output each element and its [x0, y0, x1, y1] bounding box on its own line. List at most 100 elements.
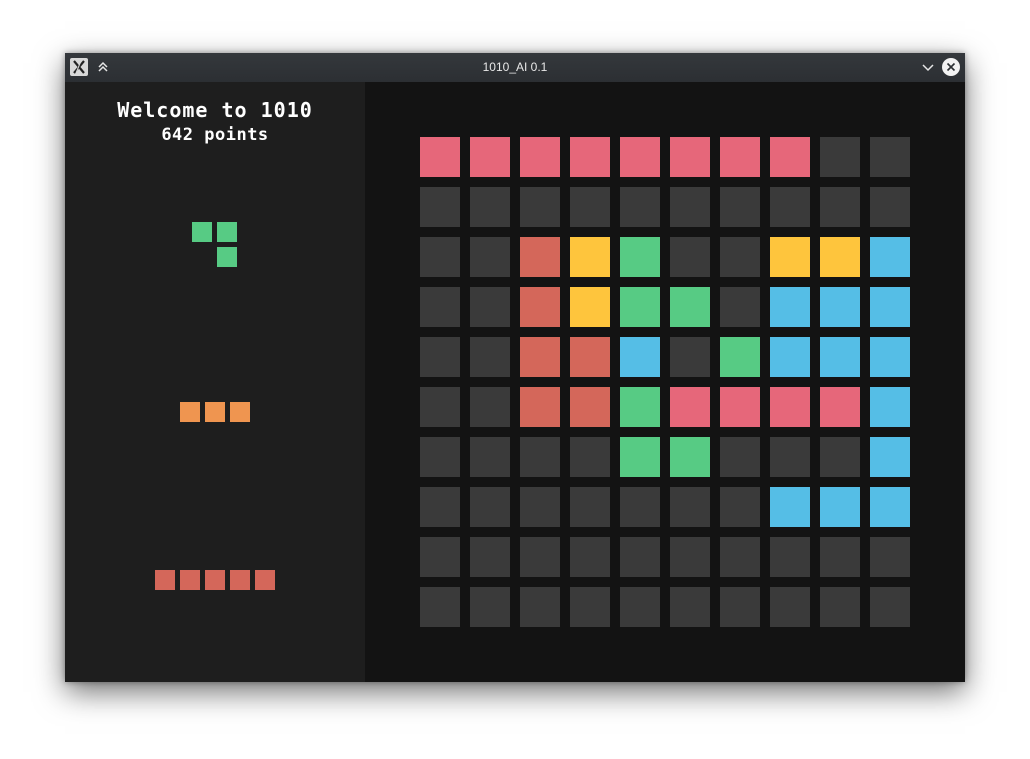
board-cell-empty[interactable] — [620, 537, 660, 577]
board-cell-pink[interactable] — [570, 137, 610, 177]
board-cell-empty[interactable] — [870, 587, 910, 627]
piece-cell[interactable] — [180, 402, 200, 422]
piece-cell[interactable] — [205, 570, 225, 590]
board-cell-empty[interactable] — [420, 437, 460, 477]
board-cell-empty[interactable] — [870, 537, 910, 577]
piece-cell[interactable] — [255, 570, 275, 590]
board-cell-red[interactable] — [520, 237, 560, 277]
board-cell-empty[interactable] — [670, 487, 710, 527]
board-cell-blue[interactable] — [770, 487, 810, 527]
board-cell-red[interactable] — [520, 337, 560, 377]
board-cell-empty[interactable] — [520, 537, 560, 577]
board-cell-green[interactable] — [620, 237, 660, 277]
board-cell-empty[interactable] — [770, 587, 810, 627]
board-cell-empty[interactable] — [520, 437, 560, 477]
board-cell-empty[interactable] — [720, 437, 760, 477]
board-cell-empty[interactable] — [420, 387, 460, 427]
board-cell-pink[interactable] — [670, 387, 710, 427]
board-cell-blue[interactable] — [820, 287, 860, 327]
board-cell-pink[interactable] — [720, 387, 760, 427]
board-cell-empty[interactable] — [420, 537, 460, 577]
board-cell-empty[interactable] — [720, 187, 760, 227]
board-cell-empty[interactable] — [420, 287, 460, 327]
board-cell-blue[interactable] — [870, 287, 910, 327]
title-bar[interactable]: 1010_AI 0.1 — [65, 53, 965, 82]
board-cell-empty[interactable] — [520, 187, 560, 227]
board-cell-empty[interactable] — [420, 587, 460, 627]
board-cell-empty[interactable] — [820, 137, 860, 177]
board-cell-empty[interactable] — [470, 287, 510, 327]
board-cell-empty[interactable] — [520, 587, 560, 627]
board-cell-empty[interactable] — [770, 187, 810, 227]
board-cell-empty[interactable] — [670, 587, 710, 627]
board-cell-empty[interactable] — [520, 487, 560, 527]
board-cell-blue[interactable] — [870, 337, 910, 377]
board-cell-green[interactable] — [720, 337, 760, 377]
board-cell-empty[interactable] — [770, 437, 810, 477]
board-cell-empty[interactable] — [470, 387, 510, 427]
board-cell-empty[interactable] — [670, 237, 710, 277]
board-cell-green[interactable] — [620, 387, 660, 427]
board-cell-pink[interactable] — [470, 137, 510, 177]
board-cell-empty[interactable] — [570, 437, 610, 477]
piece-cell[interactable] — [230, 570, 250, 590]
close-icon[interactable] — [942, 58, 960, 76]
board-cell-blue[interactable] — [870, 237, 910, 277]
minimize-icon[interactable] — [919, 58, 937, 76]
board-cell-empty[interactable] — [420, 487, 460, 527]
board-cell-empty[interactable] — [470, 487, 510, 527]
board-cell-empty[interactable] — [820, 587, 860, 627]
game-board[interactable] — [420, 137, 910, 627]
board-cell-blue[interactable] — [770, 337, 810, 377]
piece-cell[interactable] — [217, 222, 237, 242]
board-cell-empty[interactable] — [570, 487, 610, 527]
board-cell-blue[interactable] — [870, 387, 910, 427]
board-cell-empty[interactable] — [470, 337, 510, 377]
board-cell-pink[interactable] — [420, 137, 460, 177]
board-cell-pink[interactable] — [620, 137, 660, 177]
board-cell-empty[interactable] — [420, 187, 460, 227]
board-cell-blue[interactable] — [820, 337, 860, 377]
board-cell-empty[interactable] — [470, 187, 510, 227]
board-cell-green[interactable] — [620, 287, 660, 327]
board-cell-pink[interactable] — [520, 137, 560, 177]
board-cell-green[interactable] — [670, 287, 710, 327]
board-cell-empty[interactable] — [570, 537, 610, 577]
board-cell-blue[interactable] — [870, 487, 910, 527]
board-cell-empty[interactable] — [420, 237, 460, 277]
board-cell-empty[interactable] — [470, 437, 510, 477]
board-cell-blue[interactable] — [870, 437, 910, 477]
board-cell-empty[interactable] — [620, 487, 660, 527]
piece-cell[interactable] — [192, 222, 212, 242]
piece-cell[interactable] — [217, 247, 237, 267]
board-cell-empty[interactable] — [620, 587, 660, 627]
board-cell-empty[interactable] — [470, 587, 510, 627]
board-cell-empty[interactable] — [720, 587, 760, 627]
board-cell-green[interactable] — [670, 437, 710, 477]
board-cell-red[interactable] — [570, 337, 610, 377]
board-cell-pink[interactable] — [770, 137, 810, 177]
board-cell-empty[interactable] — [470, 237, 510, 277]
board-cell-yellow[interactable] — [820, 237, 860, 277]
piece-cell[interactable] — [180, 570, 200, 590]
board-cell-blue[interactable] — [770, 287, 810, 327]
board-cell-empty[interactable] — [420, 337, 460, 377]
board-cell-empty[interactable] — [820, 187, 860, 227]
board-cell-pink[interactable] — [820, 387, 860, 427]
board-cell-empty[interactable] — [720, 237, 760, 277]
board-cell-empty[interactable] — [720, 287, 760, 327]
board-cell-empty[interactable] — [720, 487, 760, 527]
board-cell-empty[interactable] — [820, 537, 860, 577]
board-cell-yellow[interactable] — [570, 237, 610, 277]
board-cell-empty[interactable] — [620, 187, 660, 227]
board-cell-pink[interactable] — [770, 387, 810, 427]
piece-cell[interactable] — [155, 570, 175, 590]
board-cell-pink[interactable] — [720, 137, 760, 177]
board-cell-empty[interactable] — [570, 187, 610, 227]
board-cell-empty[interactable] — [670, 187, 710, 227]
board-cell-empty[interactable] — [670, 337, 710, 377]
piece-cell[interactable] — [205, 402, 225, 422]
board-cell-blue[interactable] — [820, 487, 860, 527]
board-cell-empty[interactable] — [820, 437, 860, 477]
board-cell-red[interactable] — [570, 387, 610, 427]
